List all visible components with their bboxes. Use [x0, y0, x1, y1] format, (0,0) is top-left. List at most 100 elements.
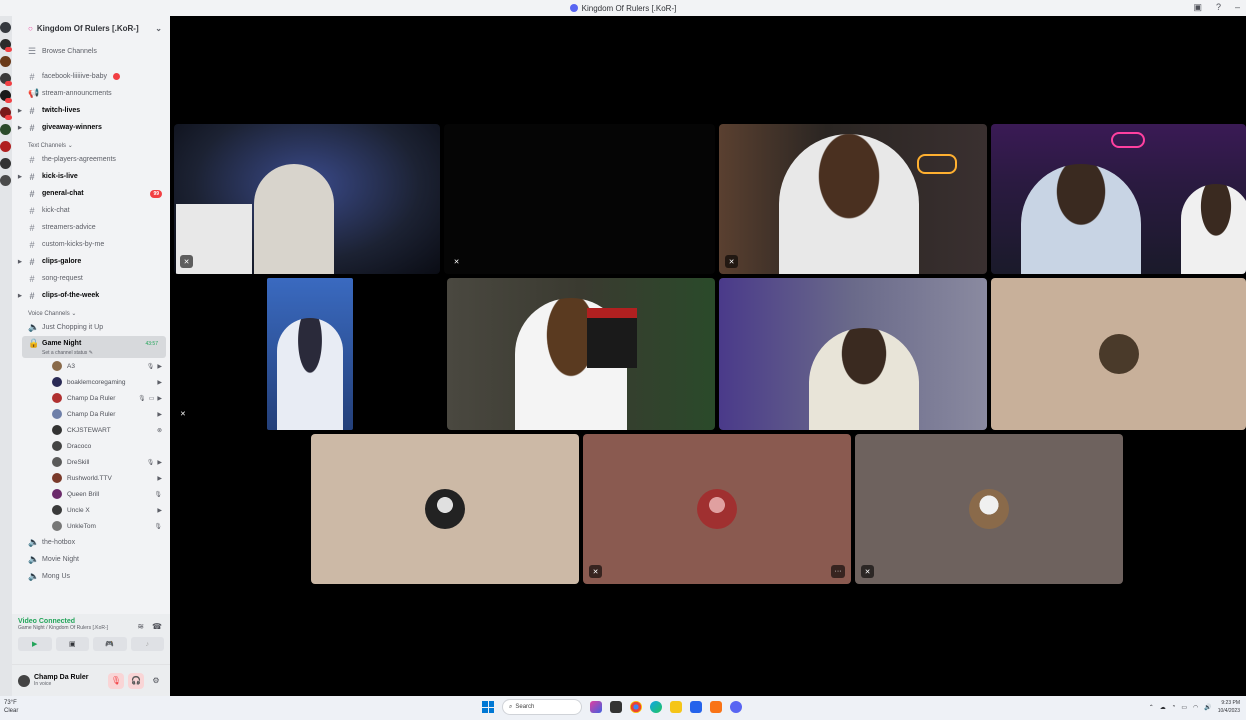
voice-channel-mong-us[interactable]: 🔈 Mong Us [12, 568, 170, 585]
channel-facebook-liiiiive-baby[interactable]: # facebook-liiiiive-baby [12, 68, 170, 85]
channel-giveaway-winners[interactable]: ▶ # giveaway-winners [12, 119, 170, 136]
network-icon[interactable]: ◔ [1172, 704, 1176, 710]
more-options-icon[interactable]: ··· [831, 565, 845, 578]
channel-song-request[interactable]: # song-request [12, 270, 170, 287]
titlebar-controls: ▣ ? – [1193, 2, 1240, 13]
voice-user[interactable]: boaklemcoregaming ▶ [12, 374, 170, 390]
video-tile[interactable] [267, 278, 353, 430]
avatar [52, 393, 62, 403]
minimize-icon[interactable]: – [1235, 2, 1240, 13]
voice-channel-movie-night[interactable]: 🔈 Movie Night [12, 551, 170, 568]
channel-label: Movie Night [42, 556, 79, 563]
server-icon[interactable] [0, 90, 12, 103]
taskbar-clock[interactable]: 9:23 PM 10/4/2023 [1218, 699, 1240, 715]
category-text-channels[interactable]: Text Channels ⌄ [12, 136, 170, 151]
avatar [52, 473, 62, 483]
server-icon[interactable] [0, 73, 12, 86]
channel-custom-kicks-by-me[interactable]: # custom-kicks-by-me [12, 236, 170, 253]
server-header[interactable]: ○ Kingdom Of Rulers [.KoR-] ⌄ [12, 16, 170, 40]
voice-user[interactable]: A3 🎙 ▶ [12, 358, 170, 374]
inbox-icon[interactable]: ▣ [1193, 2, 1202, 13]
channel-streamers-advice[interactable]: # streamers-advice [12, 219, 170, 236]
gear-icon[interactable]: ⚙ [148, 673, 164, 689]
voice-user[interactable]: Queen Brill 🎙 [12, 486, 170, 502]
voice-channel-just-chopping-it-up[interactable]: 🔈 Just Chopping it Up [12, 319, 170, 336]
hash-icon: # [29, 188, 35, 199]
edge-icon[interactable] [650, 701, 662, 713]
mute-mic-button[interactable]: 🎙 [108, 672, 124, 689]
disconnect-icon[interactable]: ☎ [152, 622, 162, 631]
channel-general-chat[interactable]: # general-chat 99 [12, 185, 170, 202]
video-stage: ✕ ✕ ✕ ✕ ✕ ··· ✕ [170, 16, 1246, 696]
chrome-icon[interactable] [630, 701, 642, 713]
file-explorer-icon[interactable] [670, 701, 682, 713]
server-icon[interactable] [0, 175, 11, 186]
voice-channel-game-night[interactable]: 🔒 Game Night 43:57 Set a channel status … [22, 336, 166, 358]
channel-status-prompt[interactable]: Set a channel status ✎ [28, 350, 93, 356]
channel-clips-galore[interactable]: ▶ # clips-galore [12, 253, 170, 270]
avatar [969, 489, 1009, 529]
video-tile[interactable] [991, 124, 1246, 274]
voice-user[interactable]: DreSkill 🎙 ▶ [12, 454, 170, 470]
channel-clips-of-the-week[interactable]: ▶ # clips-of-the-week [12, 287, 170, 304]
video-tile[interactable]: ✕ [719, 124, 987, 274]
voice-user[interactable]: Champ Da Ruler ▶ [12, 406, 170, 422]
voice-user[interactable]: Champ Da Ruler 🎙 ▭ ▶ [12, 390, 170, 406]
camera-icon: ▶ [157, 475, 162, 482]
channel-label: the-hotbox [42, 539, 76, 546]
channel-kick-chat[interactable]: # kick-chat [12, 202, 170, 219]
server-icon[interactable] [0, 158, 11, 169]
server-icon[interactable] [0, 56, 11, 67]
channel-label: the-players-agreements [42, 156, 116, 163]
avatar-tile[interactable] [991, 278, 1246, 430]
server-icon[interactable] [0, 107, 12, 120]
camera-button[interactable]: ▶ [18, 637, 52, 651]
avatar-tile[interactable]: ✕ ··· [583, 434, 851, 584]
copilot-icon[interactable] [590, 701, 602, 713]
voice-user[interactable]: Uncle X ▶ [12, 502, 170, 518]
server-icon[interactable] [0, 39, 12, 52]
noise-suppression-icon[interactable]: ≋ [137, 622, 144, 631]
deafen-button[interactable]: 🎧 [128, 672, 144, 689]
soundboard-button[interactable]: ♪ [130, 637, 164, 651]
avatar-tile[interactable] [311, 434, 579, 584]
voice-user[interactable]: CKJSTEWART ⊗ [12, 422, 170, 438]
discord-icon[interactable] [730, 701, 742, 713]
video-tile[interactable]: ✕ [444, 124, 715, 274]
windows-start-icon[interactable] [482, 701, 494, 713]
voice-user[interactable]: Rushworld.TTV ▶ [12, 470, 170, 486]
taskbar-search[interactable]: ⌕ Search [502, 699, 582, 715]
voice-channel-the-hotbox[interactable]: 🔈 the-hotbox [12, 534, 170, 551]
onedrive-icon[interactable]: ☁ [1160, 704, 1166, 711]
category-voice-channels[interactable]: Voice Channels ⌄ [12, 304, 170, 319]
voice-user[interactable]: UnkleTom 🎙 [12, 518, 170, 534]
server-icon[interactable] [0, 141, 11, 152]
video-tile[interactable] [719, 278, 987, 430]
channel-the-players-agreements[interactable]: # the-players-agreements [12, 151, 170, 168]
volume-icon[interactable]: 🔊 [1204, 704, 1211, 711]
channel-stream-announcments[interactable]: 📢 stream-announcments [12, 85, 170, 102]
video-tile[interactable]: ✕ [174, 124, 440, 274]
server-icon[interactable] [0, 22, 11, 33]
avatar[interactable] [18, 674, 30, 687]
video-tile[interactable] [447, 278, 715, 430]
store-icon[interactable] [690, 701, 702, 713]
weather-widget[interactable]: 73°F Clear [4, 699, 18, 715]
server-icon[interactable] [0, 124, 11, 135]
app-icon[interactable] [710, 701, 722, 713]
avatar-tile[interactable]: ✕ [855, 434, 1123, 584]
wifi-icon[interactable]: ◠ [1193, 704, 1198, 711]
search-icon: ⌕ [509, 703, 513, 710]
browse-channels[interactable]: ☰ Browse Channels [12, 43, 170, 60]
participant-video [1021, 164, 1141, 274]
help-icon[interactable]: ? [1216, 2, 1221, 13]
channel-twitch-lives[interactable]: ▶ # twitch-lives [12, 102, 170, 119]
voice-user[interactable]: Dracoco [12, 438, 170, 454]
channel-kick-is-live[interactable]: ▶ # kick-is-live [12, 168, 170, 185]
activity-button[interactable]: 🎮 [93, 637, 127, 651]
screen-share-button[interactable]: ▣ [55, 637, 89, 651]
chevron-up-icon[interactable]: ⌃ [1149, 704, 1154, 711]
task-view-icon[interactable] [610, 701, 622, 713]
battery-icon[interactable]: ▭ [1181, 704, 1187, 711]
participant-video [277, 318, 343, 430]
